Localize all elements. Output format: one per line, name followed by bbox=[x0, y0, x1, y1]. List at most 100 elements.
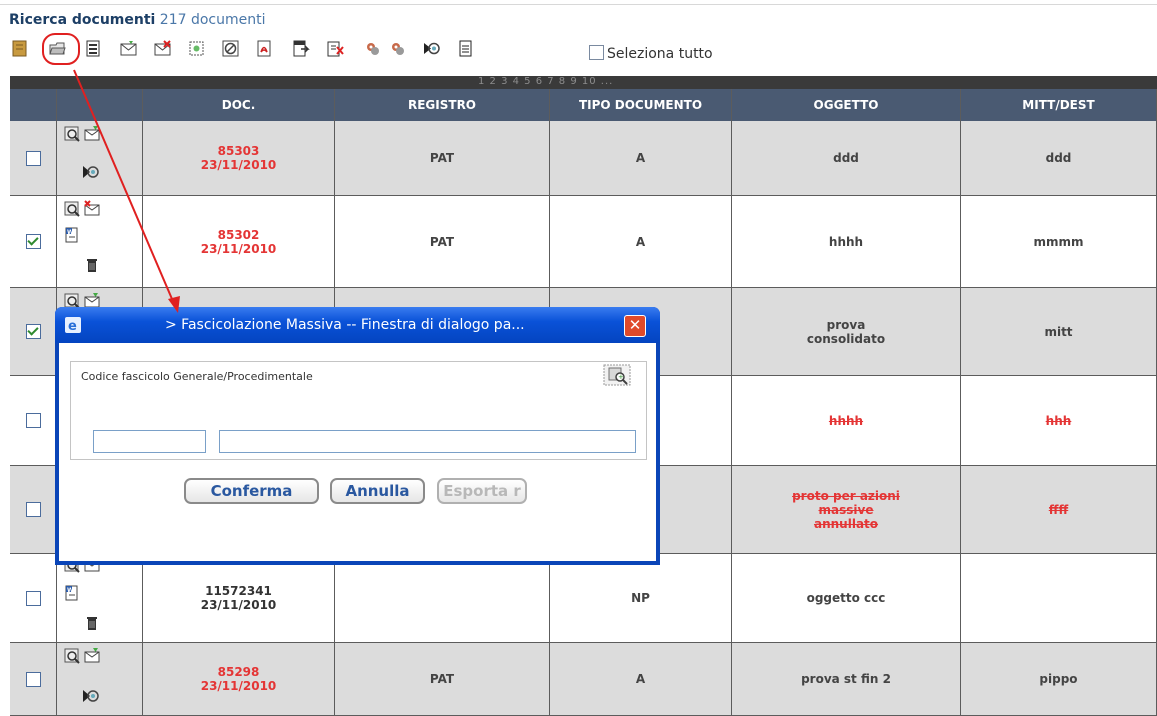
trash-icon[interactable] bbox=[83, 614, 101, 632]
doc-number[interactable]: 85302 bbox=[218, 228, 260, 242]
mitt-dest-cell-text: pippo bbox=[1039, 672, 1078, 686]
row-actions-cell bbox=[57, 121, 142, 195]
oggetto-cell: ddd bbox=[732, 121, 960, 195]
mitt-dest-cell-text: hhh bbox=[1045, 413, 1072, 428]
mitt-dest-cell-text: mitt bbox=[1044, 324, 1073, 339]
oggetto-cell-text: oggetto ccc bbox=[806, 591, 886, 605]
trash-icon[interactable] bbox=[83, 256, 101, 274]
doc-cell: 11572341 23/11/2010 bbox=[143, 554, 334, 642]
row-actions-cell: W bbox=[57, 196, 142, 287]
row-checkbox[interactable] bbox=[25, 671, 41, 687]
mitt-dest-cell-text: mmmm bbox=[1033, 234, 1084, 249]
svg-text:W: W bbox=[67, 587, 74, 594]
export-button[interactable]: Esporta r bbox=[437, 478, 527, 504]
pager-pages[interactable]: 1 2 3 4 5 6 7 8 9 10 ... bbox=[478, 76, 613, 87]
row-checkbox[interactable] bbox=[25, 234, 41, 249]
oggetto-cell-text: prova consolidato bbox=[806, 317, 886, 346]
search-fascicolo-button[interactable]: + bbox=[603, 364, 631, 386]
table-row: 85298 23/11/2010 PAT Aprova st fin 2 pippo bbox=[10, 643, 1157, 715]
report-icon[interactable] bbox=[456, 39, 475, 58]
fascicolo-fieldset: Codice fascicolo Generale/Procedimentale… bbox=[70, 361, 647, 460]
description-input[interactable] bbox=[219, 430, 636, 453]
select-all-checkbox[interactable] bbox=[589, 45, 604, 60]
document-list-icon[interactable] bbox=[84, 39, 103, 58]
registro-cell-text: PAT bbox=[429, 151, 455, 165]
transmit-icon[interactable] bbox=[81, 163, 99, 181]
oggetto-cell-text: ddd bbox=[833, 151, 859, 165]
export-icon[interactable] bbox=[291, 39, 310, 58]
doc-date: 23/11/2010 bbox=[200, 158, 277, 172]
cancel-circle-icon[interactable] bbox=[221, 39, 240, 58]
mitt-dest-cell-text: ddd bbox=[1045, 151, 1072, 165]
dialog-title: > Fascicolazione Massiva -- Finestra di … bbox=[165, 317, 525, 333]
transmit-icon[interactable] bbox=[81, 687, 99, 705]
registro-cell: PAT bbox=[335, 121, 549, 195]
oggetto-cell: hhhh bbox=[732, 376, 960, 465]
confirm-button[interactable]: Conferma bbox=[184, 478, 319, 504]
row-checkbox[interactable] bbox=[25, 324, 41, 339]
tipo-documento-cell: A bbox=[550, 643, 731, 715]
row-select-cell bbox=[10, 643, 56, 715]
mitt-dest-cell: mitt bbox=[961, 288, 1156, 375]
top-divider bbox=[0, 4, 1157, 5]
pdf-icon[interactable] bbox=[255, 39, 274, 58]
dialog-titlebar[interactable]: e > Fascicolazione Massiva -- Finestra d… bbox=[55, 307, 660, 343]
row-select-cell bbox=[10, 554, 56, 642]
row-checkbox[interactable] bbox=[25, 150, 41, 166]
mail-delete-icon[interactable] bbox=[153, 39, 172, 58]
oggetto-cell-text: prova st fin 2 bbox=[801, 672, 891, 686]
annotation-highlight-circle bbox=[42, 33, 80, 65]
tag-icon[interactable] bbox=[389, 39, 408, 58]
mail-icon[interactable] bbox=[83, 125, 101, 143]
doc-number[interactable]: 11572341 bbox=[205, 584, 272, 598]
stamp-icon[interactable] bbox=[187, 39, 206, 58]
row-checkbox[interactable] bbox=[25, 590, 41, 606]
mitt-dest-cell: ffff bbox=[961, 466, 1156, 553]
close-button[interactable]: ✕ bbox=[624, 315, 646, 337]
cancel-button[interactable]: Annulla bbox=[330, 478, 425, 504]
svg-text:e: e bbox=[68, 319, 77, 333]
mitt-dest-cell: hhh bbox=[961, 376, 1156, 465]
row-checkbox[interactable] bbox=[25, 502, 41, 517]
transmit-icon[interactable] bbox=[421, 39, 440, 58]
doc-cell: 85303 23/11/2010 bbox=[143, 121, 334, 195]
select-all[interactable]: Seleziona tutto bbox=[589, 45, 713, 62]
tag-icon[interactable] bbox=[364, 39, 383, 58]
oggetto-cell-text: hhhh bbox=[828, 413, 864, 428]
tipo-documento-cell-text: A bbox=[635, 234, 646, 249]
view-icon[interactable] bbox=[63, 647, 81, 665]
mitt-dest-column-header: MITT/DEST bbox=[961, 89, 1156, 121]
doc-date: 23/11/2010 bbox=[200, 598, 277, 612]
row-actions-cell: W bbox=[57, 554, 142, 642]
word-doc-icon[interactable]: W bbox=[63, 584, 81, 602]
row-checkbox[interactable] bbox=[25, 413, 41, 428]
row-select-cell bbox=[10, 288, 56, 375]
tipo-documento-cell: A bbox=[550, 121, 731, 195]
row-actions-cell bbox=[57, 643, 142, 715]
svg-text:+: + bbox=[618, 373, 624, 381]
row-select-cell bbox=[10, 121, 56, 195]
tipo-documento-cell-text: A bbox=[635, 672, 646, 686]
view-icon[interactable] bbox=[63, 200, 81, 218]
view-icon[interactable] bbox=[63, 125, 81, 143]
doc-number[interactable]: 85298 bbox=[218, 665, 260, 679]
tipo-documento-cell-text: NP bbox=[631, 591, 650, 605]
oggetto-cell: oggetto ccc bbox=[732, 554, 960, 642]
mitt-dest-cell bbox=[961, 554, 1156, 642]
tipo-documento-column-header: TIPO DOCUMENTO bbox=[550, 89, 731, 121]
row-select-cell bbox=[10, 196, 56, 287]
doc-date: 23/11/2010 bbox=[200, 679, 277, 693]
page-title: Ricerca documenti 217 documenti bbox=[9, 12, 266, 28]
mail-delete-icon[interactable] bbox=[83, 200, 101, 218]
mitt-dest-cell: pippo bbox=[961, 643, 1156, 715]
mail-icon[interactable] bbox=[83, 647, 101, 665]
archive-icon[interactable] bbox=[10, 39, 29, 58]
word-doc-icon[interactable]: W bbox=[63, 226, 81, 244]
code-input[interactable] bbox=[93, 430, 206, 453]
doc-number[interactable]: 85303 bbox=[218, 144, 260, 158]
registro-cell-text: PAT bbox=[429, 234, 455, 249]
delete-doc-icon[interactable] bbox=[326, 39, 345, 58]
mitt-dest-cell: ddd bbox=[961, 121, 1156, 195]
mitt-dest-cell: mmmm bbox=[961, 196, 1156, 287]
mail-send-icon[interactable] bbox=[119, 39, 138, 58]
